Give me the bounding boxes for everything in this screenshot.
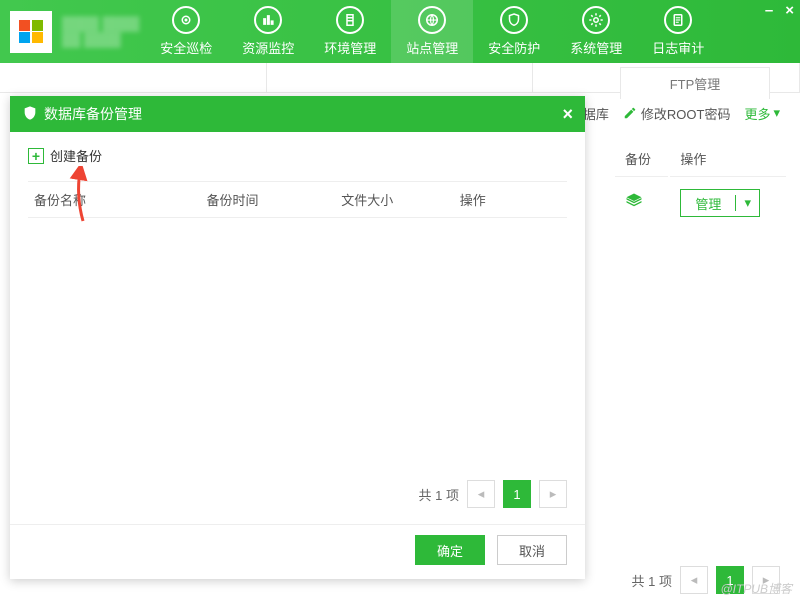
close-icon[interactable]: ×	[562, 104, 573, 125]
env-icon	[336, 6, 364, 34]
nav-shield[interactable]: 安全防护	[473, 0, 555, 63]
edit-icon	[623, 106, 637, 120]
ok-button[interactable]: 确定	[415, 535, 485, 565]
shield-icon	[500, 6, 528, 34]
total-count: 共 1 项	[632, 571, 672, 590]
nav-env[interactable]: 环境管理	[309, 0, 391, 63]
edit-root-label: 修改ROOT密码	[641, 104, 731, 123]
col-size: 文件大小	[335, 182, 454, 218]
log-icon	[664, 6, 692, 34]
table-row: 管理 ▾	[615, 179, 786, 227]
scan-icon	[172, 6, 200, 34]
dialog-title: 数据库备份管理	[44, 104, 142, 124]
site-icon	[418, 6, 446, 34]
shield-icon	[22, 105, 38, 124]
col-backup: 备份	[615, 141, 668, 177]
dialog-pagination: 共 1 项 ◂ 1 ▸	[10, 470, 585, 525]
more-dropdown[interactable]: 更多 ▾	[744, 104, 780, 123]
nav-log[interactable]: 日志审计	[637, 0, 719, 63]
col-name: 备份名称	[28, 182, 200, 218]
edit-root-password[interactable]: 修改ROOT密码	[623, 104, 731, 123]
create-backup-label: 创建备份	[50, 146, 102, 165]
nav-site[interactable]: 站点管理	[391, 0, 473, 63]
create-backup-button[interactable]: + 创建备份	[28, 146, 567, 165]
brand-text: ████ ██████ ████	[62, 16, 145, 47]
cancel-button[interactable]: 取消	[497, 535, 567, 565]
system-icon	[582, 6, 610, 34]
dlg-page-prev[interactable]: ◂	[467, 480, 495, 508]
table-body-empty	[28, 218, 567, 470]
nav-system[interactable]: 系统管理	[555, 0, 637, 63]
stack-icon	[625, 197, 643, 214]
app-logo	[10, 11, 52, 53]
dlg-page-current[interactable]: 1	[503, 480, 531, 508]
col-time: 备份时间	[200, 182, 335, 218]
nav-scan[interactable]: 安全巡检	[145, 0, 227, 63]
dlg-total: 共 1 项	[419, 485, 459, 504]
manage-button[interactable]: 管理 ▾	[680, 189, 760, 217]
top-nav: 安全巡检资源监控环境管理站点管理安全防护系统管理日志审计	[145, 0, 800, 63]
dlg-page-next[interactable]: ▸	[539, 480, 567, 508]
manage-table: 备份 操作 管理 ▾	[613, 139, 788, 229]
caret-down-icon[interactable]: ▾	[735, 195, 759, 211]
nav-monitor[interactable]: 资源监控	[227, 0, 309, 63]
plus-icon: +	[28, 148, 44, 164]
monitor-icon	[254, 6, 282, 34]
close-window-button[interactable]: ×	[785, 2, 794, 19]
annotation-arrow	[68, 166, 98, 226]
watermark: @ITPUB博客	[720, 580, 792, 597]
col-op: 操作	[454, 182, 567, 218]
page-prev[interactable]: ◂	[680, 566, 708, 594]
caret-down-icon: ▾	[773, 105, 780, 121]
minimize-button[interactable]: –	[765, 2, 773, 19]
col-operate: 操作	[670, 141, 786, 177]
backup-dialog: 数据库备份管理 × + 创建备份 备份名称 备份时间 文件大小 操作	[10, 96, 585, 579]
